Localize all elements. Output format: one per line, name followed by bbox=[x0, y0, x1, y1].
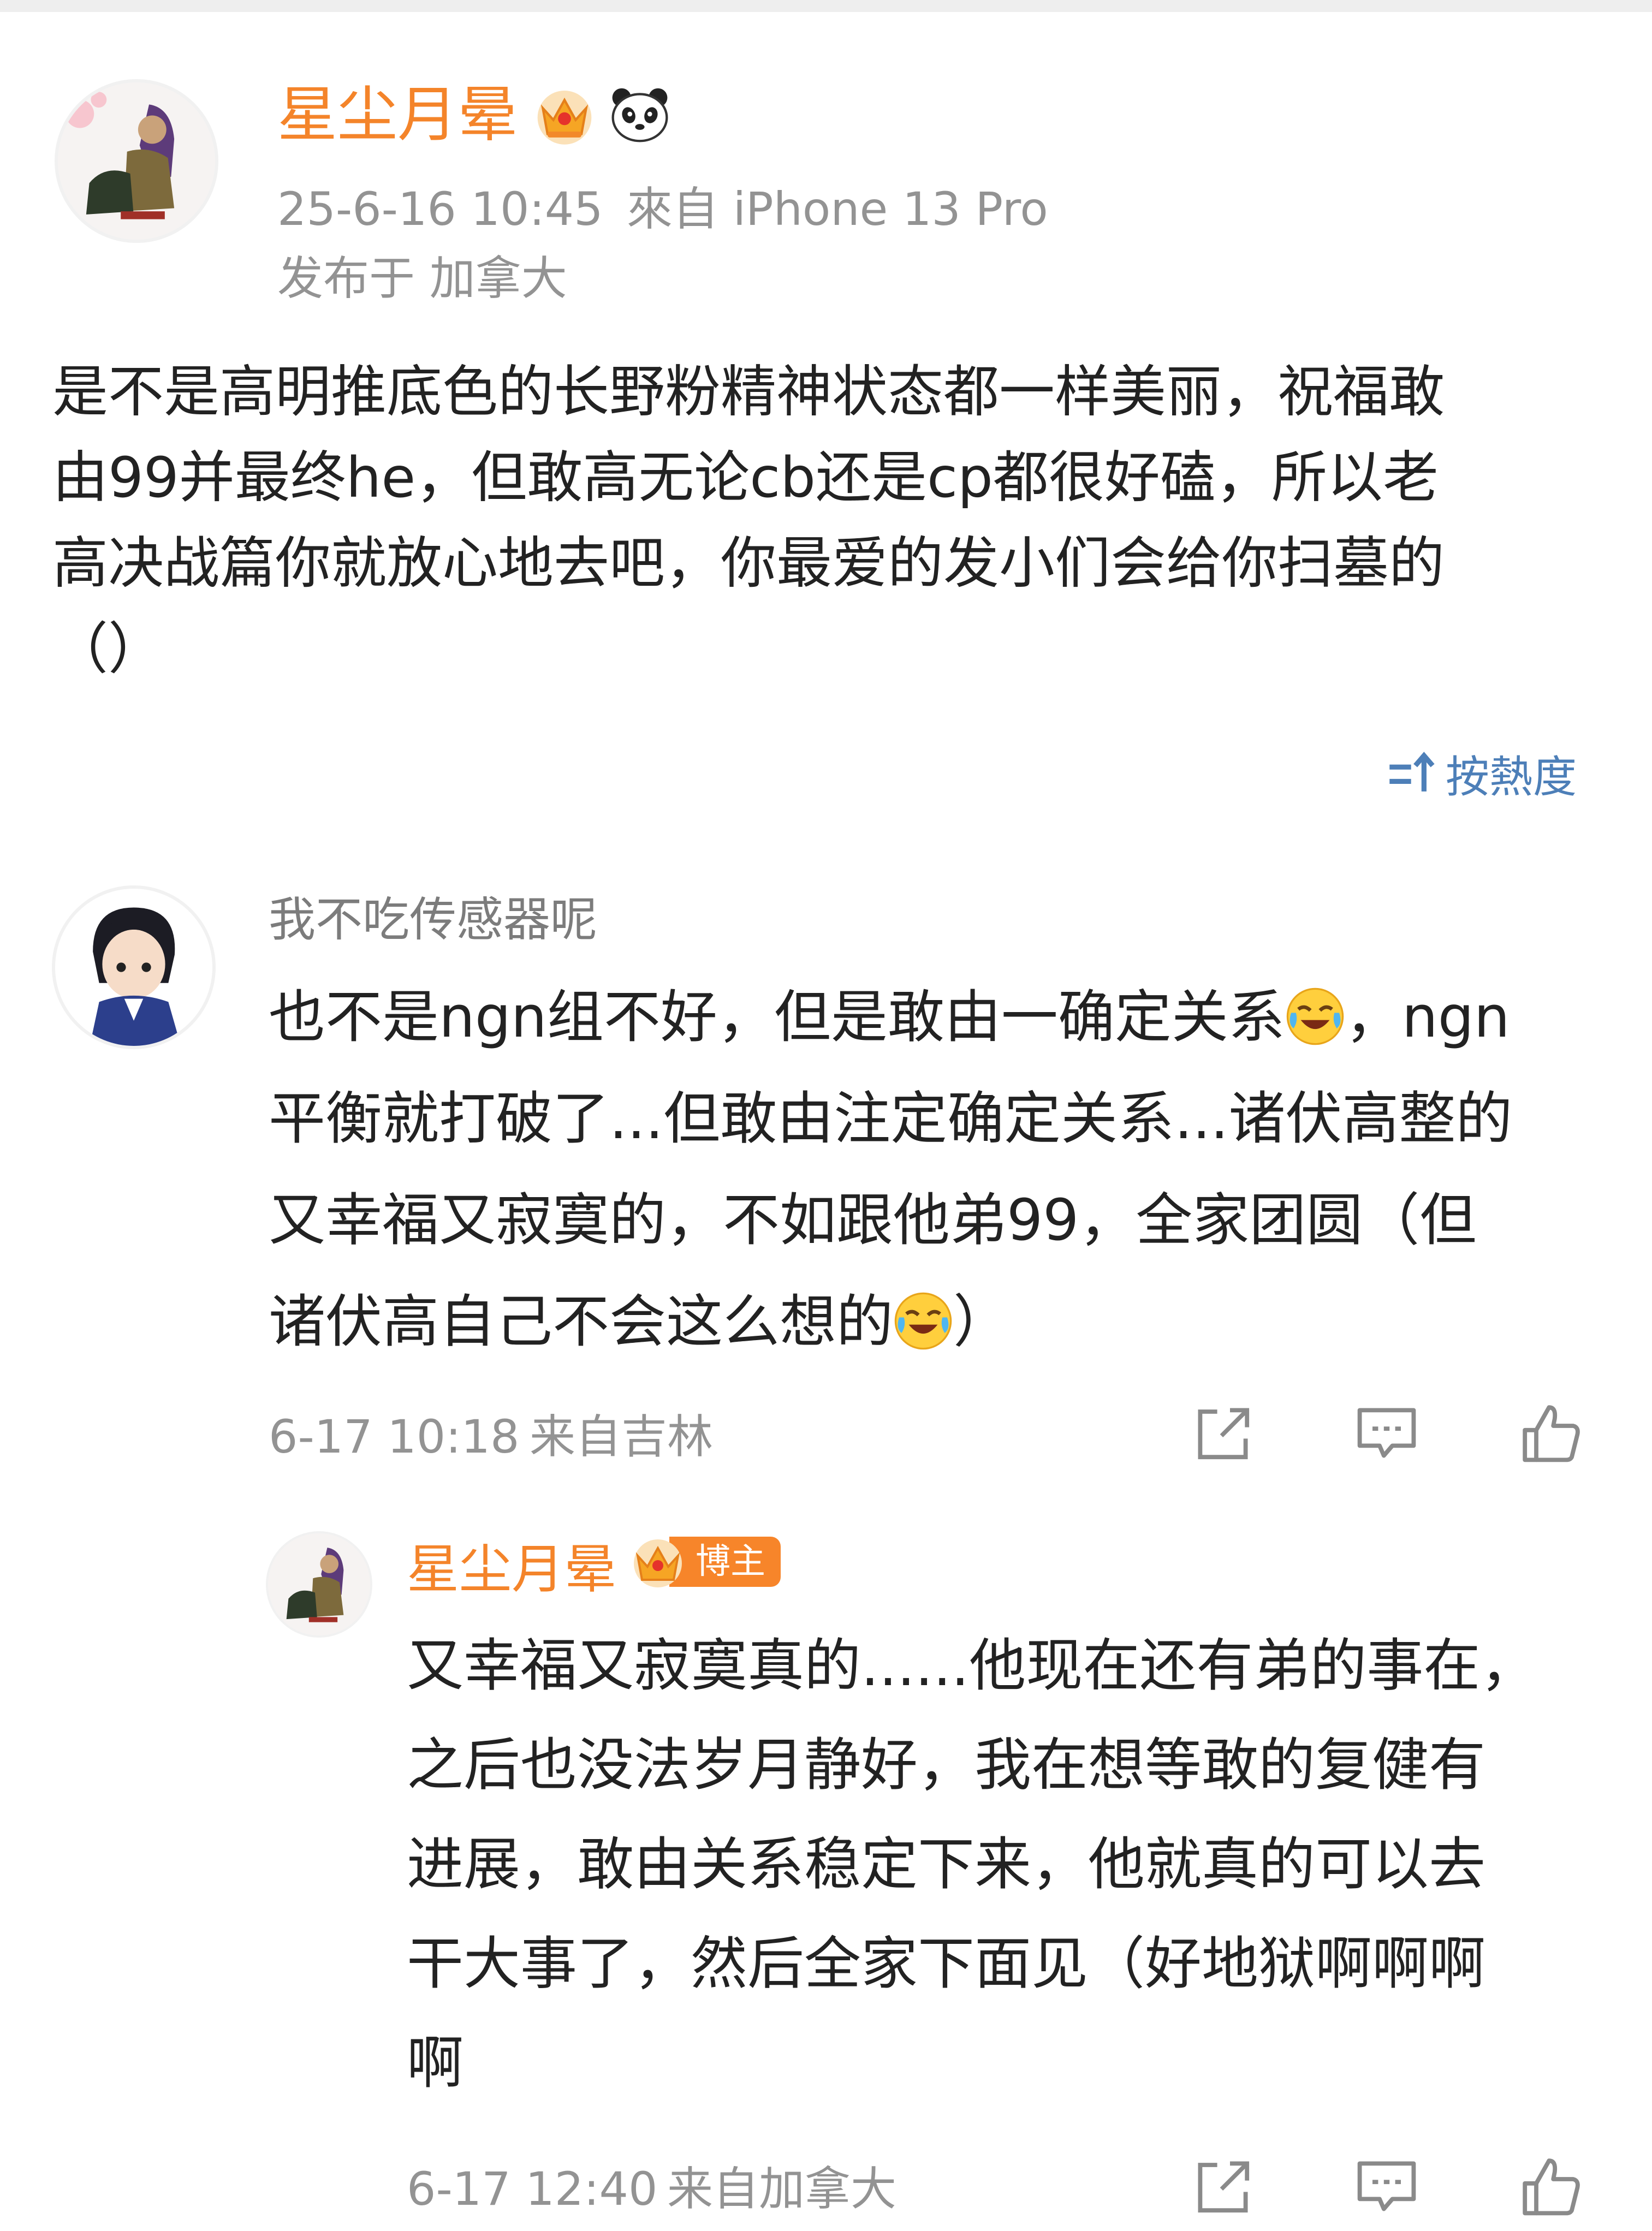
share-icon[interactable] bbox=[1187, 2151, 1258, 2222]
post-source: 來自 iPhone 13 Pro bbox=[627, 182, 1048, 236]
author-badge: 博主 bbox=[628, 1533, 781, 1591]
comment-icon[interactable] bbox=[1351, 2151, 1422, 2222]
comment-text: ，ngn bbox=[1345, 984, 1510, 1050]
comment-body-line: 诸伏高自己不会这么想的 ） bbox=[269, 1271, 1512, 1372]
post-body-line: 是不是高明推底色的长野粉精神状态都一样美丽，祝福敢 bbox=[52, 360, 1445, 425]
crown-badge-icon bbox=[537, 91, 592, 145]
reply-body-line: 又幸福又寂寞真的......他现在还有弟的事在， bbox=[407, 1632, 1537, 1699]
commenter-avatar[interactable] bbox=[52, 885, 216, 1049]
comment-text: 也不是ngn组不好，但是敢由一确定关系 bbox=[269, 984, 1285, 1050]
comment-text: 诸伏高自己不会这么想的 bbox=[269, 1288, 894, 1355]
comment-body-line: 平衡就打破了...但敢由注定确定关系...诸伏高整的 bbox=[269, 1085, 1513, 1152]
panda-badge-icon bbox=[611, 88, 668, 142]
comment-actions bbox=[1187, 1397, 1586, 1468]
comment-source: 来自吉林 bbox=[530, 1410, 714, 1463]
reply-body-line: 干大事了，然后全家下面见（好地狱啊啊啊 bbox=[407, 1930, 1486, 1997]
comment-timestamp: 6-17 10:18 bbox=[269, 1410, 520, 1463]
comment-body: 也不是ngn组不好，但是敢由一确定关系 ，ngn 平衡就打破了...但敢由注定确定… bbox=[269, 966, 1512, 1372]
post-author-avatar[interactable] bbox=[55, 79, 218, 243]
reply-body: 又幸福又寂寞真的......他现在还有弟的事在， 之后也没法岁月静好，我在想等敢… bbox=[407, 1616, 1537, 2113]
reply-body-line: 之后也没法岁月静好，我在想等敢的复健有 bbox=[407, 1732, 1486, 1798]
post-timestamp: 25-6-16 10:45 bbox=[277, 182, 603, 236]
post-body-line: 高决战篇你就放心地去吧，你最爱的发小们会给你扫墓的 bbox=[52, 531, 1445, 596]
share-icon[interactable] bbox=[1187, 1397, 1258, 1468]
reply-source: 来自加拿大 bbox=[667, 2162, 897, 2216]
like-icon[interactable] bbox=[1515, 1397, 1586, 1468]
top-edge bbox=[0, 0, 1652, 12]
commenter-name[interactable]: 我不吃传感器呢 bbox=[269, 887, 597, 953]
post-body-line: 由99并最终he，但敢高无论cb还是cp都很好磕，所以老 bbox=[52, 445, 1439, 510]
reply-body-line: 进展，敢由关系稳定下来，他就真的可以去 bbox=[407, 1831, 1486, 1897]
laugh-cry-emoji bbox=[1285, 986, 1345, 1046]
reply-timestamp: 6-17 12:40 bbox=[407, 2162, 658, 2216]
post-location: 发布于 加拿大 bbox=[277, 252, 567, 305]
avatar-illustration bbox=[268, 1533, 370, 1635]
reply-body-line: 啊 bbox=[407, 2030, 464, 2096]
like-icon[interactable] bbox=[1515, 2151, 1586, 2222]
reply-author-avatar[interactable] bbox=[266, 1531, 372, 1638]
laugh-cry-emoji bbox=[893, 1291, 953, 1351]
sort-by-hotness-button[interactable]: 按熱度 bbox=[1387, 743, 1577, 804]
post-body-line: （） bbox=[52, 617, 164, 682]
reply-author-name[interactable]: 星尘月晕 bbox=[407, 1534, 616, 1605]
comment-body-line: 又幸福又寂寞的，不如跟他弟99，全家团圆（但 bbox=[269, 1187, 1477, 1253]
comment-icon[interactable] bbox=[1351, 1397, 1422, 1468]
post-author-badges bbox=[532, 79, 672, 150]
post-author-name[interactable]: 星尘月晕 bbox=[277, 76, 518, 153]
post-body: 是不是高明推底色的长野粉精神状态都一样美丽，祝福敢 由99并最终he，但敢高无论… bbox=[52, 349, 1614, 692]
comment-body-line: 也不是ngn组不好，但是敢由一确定关系 ，ngn bbox=[269, 966, 1512, 1068]
avatar-illustration bbox=[58, 82, 215, 240]
crown-badge-icon bbox=[634, 1539, 682, 1587]
comment-text: ） bbox=[953, 1288, 1011, 1355]
weibo-comment-page: 星尘月晕 25-6-16 10:45 來自 iPhone 13 Pro 发布于 … bbox=[0, 0, 1652, 2231]
avatar-illustration bbox=[55, 889, 212, 1046]
reply-actions bbox=[1187, 2151, 1586, 2222]
sort-label: 按熱度 bbox=[1446, 752, 1577, 802]
sort-icon bbox=[1389, 752, 1435, 792]
